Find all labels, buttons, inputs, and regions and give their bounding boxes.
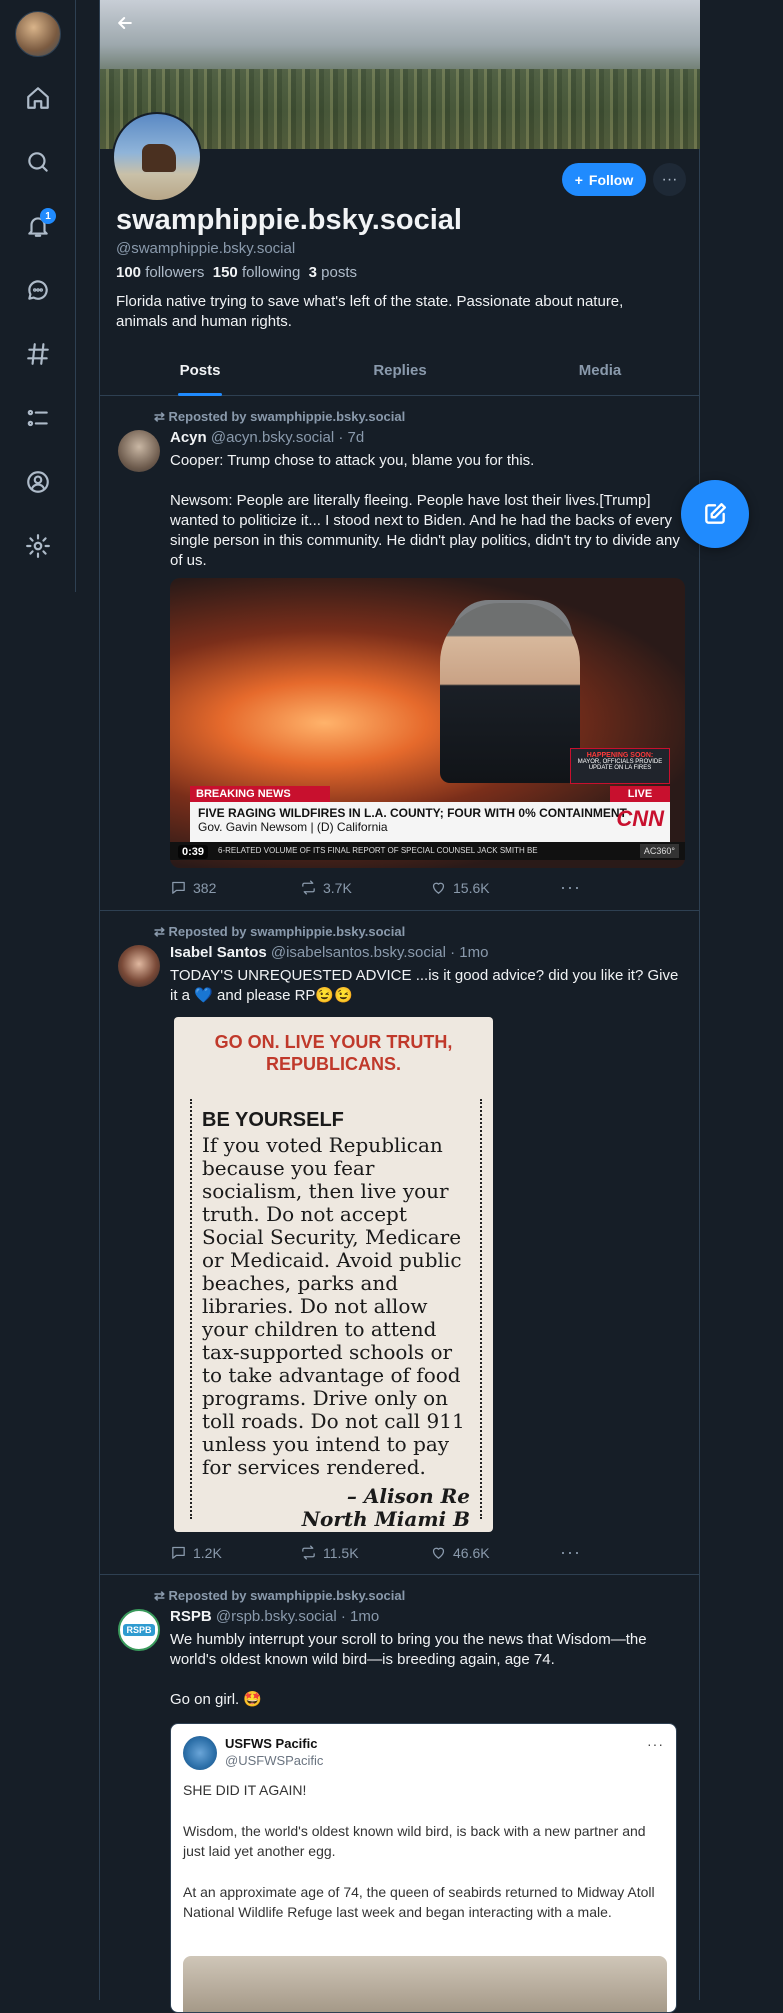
video-timecode: 0:39 bbox=[178, 845, 209, 859]
author-handle[interactable]: @isabelsantos.bsky.social bbox=[271, 944, 446, 961]
profile-handle: @swamphippie.bsky.social bbox=[116, 240, 296, 257]
repost-icon bbox=[302, 1545, 315, 1560]
live-label: LIVE bbox=[610, 786, 670, 802]
followers-link[interactable]: 100 followers bbox=[116, 264, 204, 281]
compose-icon bbox=[705, 503, 726, 524]
like-button[interactable]: 15.6K bbox=[430, 877, 560, 898]
repost-icon: ⇄ bbox=[154, 924, 169, 939]
heart-icon bbox=[432, 882, 445, 894]
post-author-avatar[interactable]: RSPB bbox=[118, 1609, 160, 1651]
post-more-button[interactable]: ··· bbox=[560, 1542, 600, 1563]
left-nav: 1 bbox=[0, 0, 76, 592]
list-icon[interactable] bbox=[18, 398, 58, 438]
post-text: TODAY'S UNREQUESTED ADVICE ...is it good… bbox=[170, 967, 679, 1004]
profile-more-button[interactable]: ··· bbox=[653, 163, 686, 196]
chat-icon[interactable] bbox=[18, 270, 58, 310]
hash-icon[interactable] bbox=[18, 334, 58, 374]
display-name: swamphippie.bsky.social bbox=[116, 204, 462, 236]
feed-post[interactable]: ⇄ Reposted by swamphippie.bsky.social Ac… bbox=[100, 397, 700, 911]
clipping-body: BE YOURSELF If you voted Republican beca… bbox=[190, 1099, 482, 1531]
reply-button[interactable]: 382 bbox=[170, 877, 300, 898]
profile-avatar[interactable] bbox=[112, 112, 202, 202]
heart-icon bbox=[432, 1547, 445, 1559]
author-name[interactable]: Acyn bbox=[170, 429, 207, 446]
repost-icon: ⇄ bbox=[154, 409, 169, 424]
post-author-avatar[interactable] bbox=[118, 430, 160, 472]
cnn-logo: CNN bbox=[616, 806, 664, 831]
repost-indicator: ⇄ Reposted by swamphippie.bsky.social bbox=[154, 409, 406, 424]
quote-text: SHE DID IT AGAIN! Wisdom, the world's ol… bbox=[183, 1782, 655, 1920]
home-icon[interactable] bbox=[18, 78, 58, 118]
author-name[interactable]: RSPB bbox=[170, 1608, 212, 1625]
search-icon[interactable] bbox=[18, 142, 58, 182]
following-link[interactable]: 150 following bbox=[213, 264, 301, 281]
post-header: Acyn @acyn.bsky.social · 7d bbox=[170, 429, 364, 446]
embedded-quote-card[interactable]: USFWS Pacific @USFWSPacific ··· SHE DID … bbox=[170, 1723, 677, 2013]
notification-badge: 1 bbox=[40, 208, 56, 224]
post-header: RSPB @rspb.bsky.social · 1mo bbox=[170, 1608, 379, 1625]
profile-column: + Follow ··· swamphippie.bsky.social @sw… bbox=[99, 0, 700, 2013]
newspaper-clipping-image[interactable]: GO ON. LIVE YOUR TRUTH, REPUBLICANS. BE … bbox=[174, 1017, 493, 1532]
repost-indicator: ⇄ Reposted by swamphippie.bsky.social bbox=[154, 924, 406, 939]
tab-posts[interactable]: Posts bbox=[100, 356, 300, 396]
news-ticker: 6-RELATED VOLUME OF ITS FINAL REPORT OF … bbox=[170, 842, 685, 860]
repost-icon bbox=[302, 880, 315, 895]
profile-stats: 100 followers 150 following 3 posts bbox=[116, 264, 357, 281]
quote-author-handle[interactable]: @USFWSPacific bbox=[225, 1753, 323, 1768]
author-name[interactable]: Isabel Santos bbox=[170, 944, 267, 961]
bell-icon[interactable]: 1 bbox=[18, 206, 58, 246]
reply-button[interactable]: 1.2K bbox=[170, 1542, 300, 1563]
repost-indicator: ⇄ Reposted by swamphippie.bsky.social bbox=[154, 1588, 406, 1603]
post-actions: 1.2K 11.5K 46.6K ··· bbox=[170, 1542, 600, 1563]
compose-button[interactable] bbox=[681, 480, 749, 548]
user-avatar[interactable] bbox=[15, 11, 61, 57]
video-player[interactable]: HAPPENING SOON: MAYOR, OFFICIALS PROVIDE… bbox=[170, 578, 685, 868]
profile-tabs: Posts Replies Media bbox=[100, 356, 700, 396]
profile-bio: Florida native trying to save what's lef… bbox=[116, 293, 624, 330]
like-button[interactable]: 46.6K bbox=[430, 1542, 560, 1563]
post-more-button[interactable]: ··· bbox=[560, 877, 600, 898]
show-logo: AC360° bbox=[639, 844, 679, 858]
post-author-avatar[interactable] bbox=[118, 945, 160, 987]
tab-replies[interactable]: Replies bbox=[300, 356, 500, 395]
follow-button[interactable]: + Follow bbox=[562, 163, 646, 196]
post-header: Isabel Santos @isabelsantos.bsky.social … bbox=[170, 944, 488, 961]
quote-more-button[interactable]: ··· bbox=[647, 1736, 664, 1752]
gear-icon[interactable] bbox=[18, 526, 58, 566]
happening-soon-box: HAPPENING SOON: MAYOR, OFFICIALS PROVIDE… bbox=[570, 748, 670, 784]
quote-author-name[interactable]: USFWS Pacific bbox=[225, 1736, 317, 1751]
post-text: We humbly interrupt your scroll to bring… bbox=[170, 1631, 647, 1708]
post-text: Cooper: Trump chose to attack you, blame… bbox=[170, 452, 680, 569]
post-actions: 382 3.7K 15.6K ··· bbox=[170, 877, 600, 898]
plus-icon: + bbox=[574, 171, 583, 188]
repost-icon: ⇄ bbox=[154, 1588, 169, 1603]
post-time[interactable]: · 1mo bbox=[341, 1608, 379, 1625]
repost-button[interactable]: 3.7K bbox=[300, 877, 430, 898]
repost-button[interactable]: 11.5K bbox=[300, 1542, 430, 1563]
post-time[interactable]: · 1mo bbox=[450, 944, 488, 961]
breaking-news-label: BREAKING NEWS bbox=[190, 786, 330, 802]
posts-count: 3 posts bbox=[308, 264, 358, 281]
post-time[interactable]: · 7d bbox=[338, 429, 364, 446]
profile-icon[interactable] bbox=[18, 462, 58, 502]
quote-author-avatar[interactable] bbox=[183, 1736, 217, 1770]
news-lower-third: FIVE RAGING WILDFIRES IN L.A. COUNTY; FO… bbox=[190, 802, 670, 842]
tab-media[interactable]: Media bbox=[500, 356, 700, 395]
reply-icon bbox=[172, 1546, 185, 1559]
clipping-headline: GO ON. LIVE YOUR TRUTH, REPUBLICANS. bbox=[214, 1032, 453, 1074]
author-handle[interactable]: @acyn.bsky.social bbox=[211, 429, 334, 446]
back-arrow-icon[interactable] bbox=[110, 8, 140, 38]
reply-icon bbox=[172, 881, 185, 894]
quote-image[interactable] bbox=[183, 1956, 667, 2012]
author-handle[interactable]: @rspb.bsky.social bbox=[216, 1608, 337, 1625]
